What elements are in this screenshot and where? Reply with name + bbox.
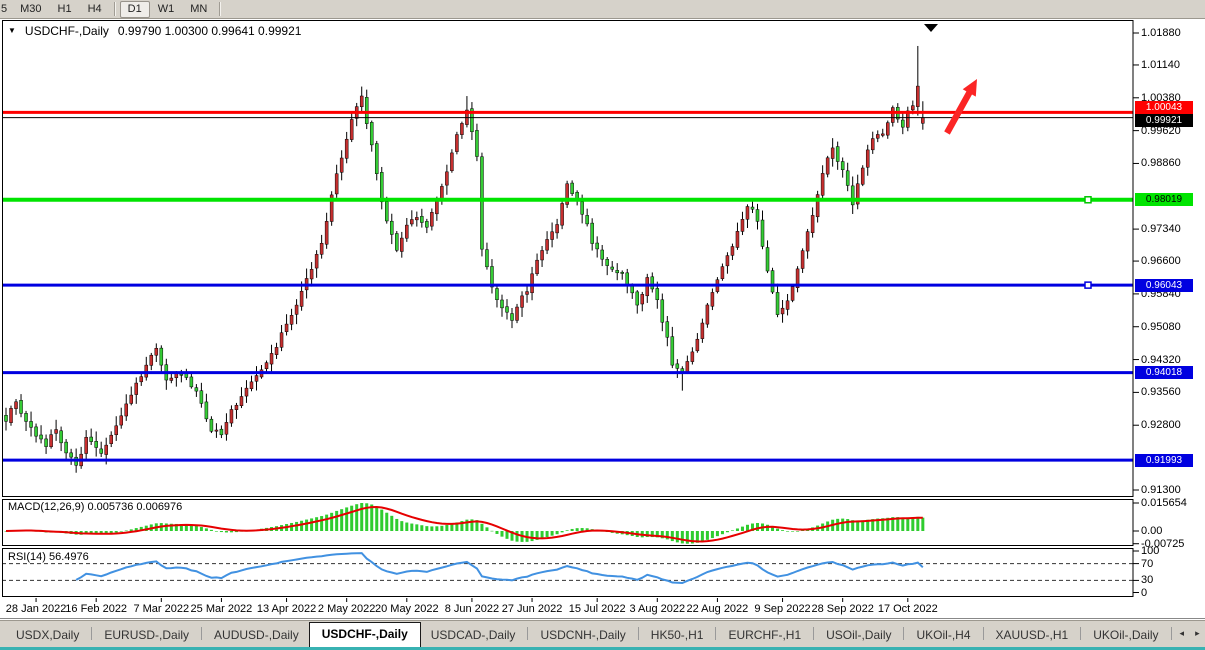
- chart-canvas[interactable]: [0, 0, 1205, 620]
- price-tick-label: 0.93560: [1141, 386, 1181, 399]
- symbol-tab-eurchf-h1[interactable]: EURCHF-,H1: [718, 624, 811, 647]
- symbol-tab-usoil-daily[interactable]: USOil-,Daily: [816, 624, 901, 647]
- symbol-tab-usdx-daily[interactable]: USDX,Daily: [6, 624, 89, 647]
- price-tick-label: 0.94320: [1141, 353, 1181, 366]
- tab-separator: [1080, 627, 1082, 640]
- hline-price-tag-0.91993: 0.91993: [1135, 453, 1193, 467]
- tab-scroll-arrows: ◂ ▸: [1180, 628, 1200, 647]
- tab-scroll-right-icon[interactable]: ▸: [1195, 628, 1200, 639]
- ohlc-values: 0.99790 1.00300 0.99641 0.99921: [117, 24, 302, 38]
- symbol-tab-ukoil-h4[interactable]: UKOil-,H4: [906, 624, 980, 647]
- chart-top-marker-icon: [924, 24, 938, 32]
- rsi-indicator-label: RSI(14) 56.4976: [8, 551, 89, 563]
- symbol-tab-audusd-daily[interactable]: AUDUSD-,Daily: [204, 624, 309, 647]
- hline-price-tag-0.98019: 0.98019: [1135, 193, 1193, 207]
- tab-scroll-left-icon[interactable]: ◂: [1180, 628, 1185, 639]
- rsi-scale-label: 0: [1141, 586, 1148, 599]
- price-tick-label: 0.97340: [1141, 223, 1181, 236]
- tab-separator: [903, 627, 905, 640]
- mt4-terminal-window: 5 M30 H1 H4 D1 W1 MN ▼ USDCHF-,Daily 0.99790 1…: [0, 0, 1205, 650]
- price-tick-label: 1.01880: [1141, 27, 1181, 39]
- symbol-tab-ukoil-daily[interactable]: UKOil-,Daily: [1083, 624, 1168, 647]
- tab-separator: [527, 627, 529, 640]
- symbol-tab-usdchf-daily[interactable]: USDCHF-,Daily: [308, 622, 421, 647]
- macd-indicator-label: MACD(12,26,9) 0.005736 0.006976: [8, 501, 183, 513]
- symbol-tab-usdcad-daily[interactable]: USDCAD-,Daily: [421, 624, 526, 647]
- tab-separator: [91, 627, 93, 640]
- symbol-dropdown-icon[interactable]: ▼: [8, 25, 16, 37]
- hline-price-tag-0.99921: 0.99921: [1135, 114, 1193, 128]
- tab-separator: [1170, 627, 1172, 640]
- symbol-tab-hk50-h1[interactable]: HK50-,H1: [641, 624, 714, 647]
- tab-separator: [637, 627, 639, 640]
- symbol-period-label: USDCHF-,Daily: [24, 24, 109, 38]
- price-tick-label: 0.92800: [1141, 419, 1181, 432]
- macd-scale-label: 0.015654: [1141, 497, 1187, 509]
- tab-separator: [982, 627, 984, 640]
- chart-title: ▼ USDCHF-,Daily 0.99790 1.00300 0.99641 …: [8, 24, 301, 38]
- hline-price-tag-0.94018: 0.94018: [1135, 366, 1193, 380]
- symbol-tab-eurusd-daily[interactable]: EURUSD-,Daily: [94, 624, 199, 647]
- rsi-scale-label: 70: [1141, 557, 1154, 570]
- hline-price-tag-0.96043: 0.96043: [1135, 278, 1193, 292]
- hline-price-tag-1.00043: 1.00043: [1135, 100, 1193, 114]
- tab-separator: [201, 627, 203, 640]
- rsi-scale-label: 100: [1141, 545, 1160, 557]
- tab-separator: [715, 627, 717, 640]
- symbol-tab-usdcnh-daily[interactable]: USDCNH-,Daily: [530, 624, 635, 647]
- symbol-tab-bar: USDX,Daily EURUSD-,Daily AUDUSD-,Daily USDC…: [0, 620, 1205, 647]
- price-tick-label: 0.95080: [1141, 320, 1181, 333]
- date-tick-label: 17 Oct 2022: [877, 603, 938, 615]
- rsi-scale-label: 30: [1141, 574, 1154, 587]
- symbol-tab-xauusd-h1[interactable]: XAUUSD-,H1: [986, 624, 1079, 647]
- tab-separator: [813, 627, 815, 640]
- price-tick-label: 1.01140: [1141, 58, 1180, 71]
- price-tick-label: 0.96600: [1141, 255, 1181, 268]
- price-tick-label: 0.91300: [1141, 484, 1181, 496]
- macd-scale-label: 0.00: [1141, 525, 1163, 537]
- price-tick-label: 0.98860: [1141, 157, 1181, 170]
- trend-arrow-annotation[interactable]: [944, 79, 977, 135]
